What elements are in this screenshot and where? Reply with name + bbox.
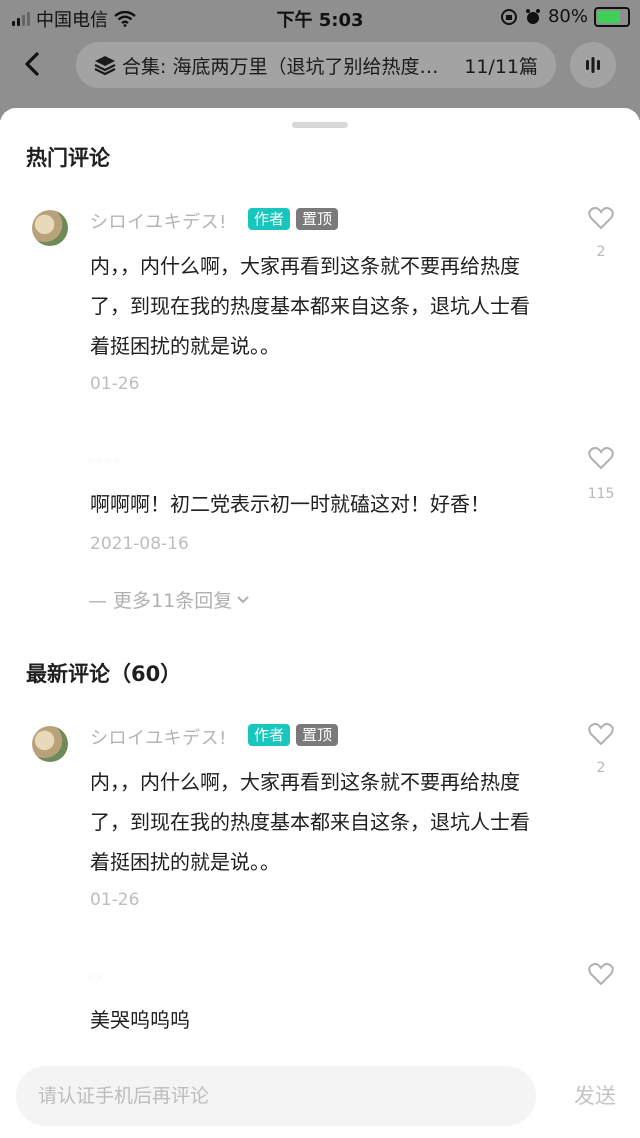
comment-date: 2021-08-16 [90,534,189,554]
comment-username[interactable]: · · · · [88,454,119,470]
heart-icon[interactable] [588,446,614,470]
like-count: 2 [596,760,606,776]
heart-icon[interactable] [588,206,614,230]
comment-username[interactable]: シロイユキデス! [90,724,227,750]
chevron-left-icon[interactable] [18,50,46,78]
avatar[interactable] [32,210,68,246]
author-badge: 作者 [248,724,291,746]
orientation-lock-icon [500,8,517,25]
heart-icon[interactable] [588,722,614,746]
hot-comments-title: 热门评论 [26,146,110,170]
alarm-icon [525,8,540,24]
comment-username[interactable]: · · [88,970,101,986]
collection-count: 11/11篇 [464,55,538,78]
comments-sheet: 热门评论 シロイユキデス! 作者 置顶 内，，内什么啊，大家再看到这条就不要再给… [0,108,640,1138]
comment-text[interactable]: 啊啊啊！初二党表示初一时就磕这对！好香！ [90,484,540,524]
author-badge: 作者 [248,208,291,230]
battery-icon [594,6,630,27]
collection-selector[interactable]: 合集: 海底两万里（退坑了别给热度… 11/11篇 [76,42,556,88]
battery-fill [598,10,620,23]
comment-input-bar[interactable] [16,1066,536,1126]
comment-username[interactable]: シロイユキデス! [90,208,227,234]
stack-icon [94,56,116,76]
more-replies-label: — 更多11条回复 [88,590,233,612]
comment-date: 01-26 [90,374,140,394]
avatar[interactable] [32,726,68,762]
battery-percent: 80% [547,6,588,27]
pinned-badge: 置顶 [296,724,339,746]
status-bar: 中国电信 下午 5:03 80% [0,0,640,34]
like-count: 2 [596,244,606,260]
collection-title: 合集: 海底两万里（退坑了别给热度… [122,55,439,78]
comment-text[interactable]: 美哭呜呜呜 [90,1000,540,1040]
send-button[interactable]: 发送 [560,1080,630,1110]
comment-date: 01-26 [90,890,140,910]
like-count: 115 [587,486,615,502]
comment-input[interactable] [36,1084,536,1108]
pinned-badge: 置顶 [296,208,339,230]
audio-bars-icon [586,57,600,73]
avatar[interactable] [32,452,68,488]
avatar[interactable] [32,968,68,1004]
sheet-drag-handle[interactable] [292,122,348,128]
more-replies-link[interactable]: — 更多11条回复 [88,586,250,613]
heart-icon[interactable] [588,962,614,986]
chevron-down-icon [237,595,249,603]
latest-comments-title: 最新评论（60） [26,662,182,686]
comment-text[interactable]: 内，，内什么啊，大家再看到这条就不要再给热度了，到现在我的热度基本都来自这条，退… [90,762,540,882]
audio-button[interactable] [570,42,616,88]
comment-text[interactable]: 内，，内什么啊，大家再看到这条就不要再给热度了，到现在我的热度基本都来自这条，退… [90,246,540,366]
